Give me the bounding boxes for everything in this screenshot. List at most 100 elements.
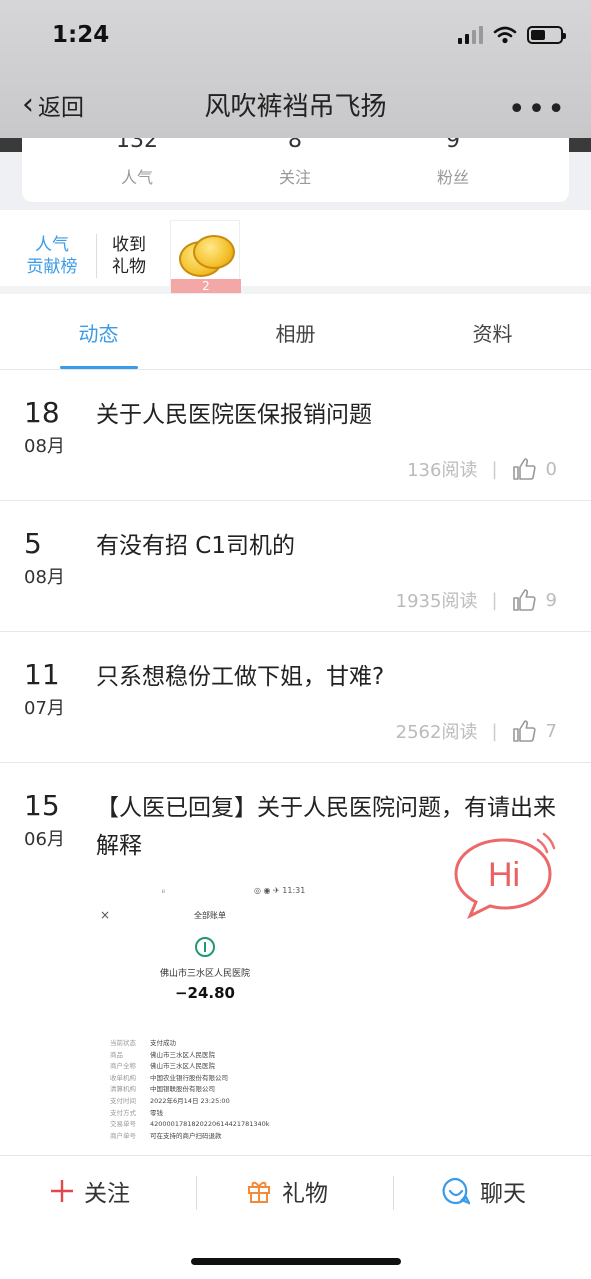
profile-stats-card: 132 人气 8 关注 9 粉丝 [22, 138, 569, 202]
stat-value: 8 [288, 138, 302, 152]
receipt-header: 全部账单 [194, 911, 226, 920]
stat-popularity[interactable]: 132 人气 [77, 138, 197, 188]
receipt-row: 商品 佛山市三水区人民医院 [110, 1050, 320, 1062]
gift-icon [248, 1181, 270, 1203]
post-month: 07月 [24, 698, 65, 719]
merchant-logo-icon [195, 937, 215, 957]
divider [96, 234, 97, 278]
receipt-value: 4200001781820220614421781340k [150, 1120, 270, 1129]
post-title: 只系想稳份工做下姐，甘难? [96, 664, 385, 690]
receipt-key: 商户单号 [110, 1131, 136, 1140]
chat-icon [442, 1177, 470, 1205]
profile-tabs: 动态 相册 资料 [0, 302, 591, 370]
hi-bubble-label: Hi [488, 856, 520, 894]
receipt-key: 当前状态 [110, 1039, 136, 1047]
post-item[interactable]: 11 07月 只系想稳份工做下姐，甘难? 2562阅读 | 7 [0, 632, 591, 763]
active-tab-indicator [60, 366, 138, 369]
receipt-row: 交易单号 4200001781820220614421781340k [110, 1119, 320, 1131]
stat-label: 粉丝 [436, 168, 469, 187]
gift-button[interactable]: 礼物 [246, 1174, 328, 1208]
gift-count-badge: 2 [171, 279, 241, 293]
receipt-amount: −24.80 [174, 984, 235, 1002]
received-gifts-label: 收到 礼物 [112, 234, 152, 278]
signal-icon [458, 26, 483, 44]
stat-following[interactable]: 8 关注 [235, 138, 355, 188]
post-day: 11 [24, 658, 60, 691]
receipt-key: 收单机构 [110, 1073, 136, 1082]
receipt-row: 支付方式 零钱 [110, 1108, 320, 1120]
receipt-row: 清算机构 中国银联股份有限公司 [110, 1084, 320, 1096]
receipt-value: 中国银联股份有限公司 [150, 1085, 215, 1094]
contribution-rank-link[interactable]: 人气 贡献榜 [22, 234, 82, 278]
hi-bubble-icon: Hi [454, 832, 556, 920]
receipt-status-left: ᵢₗ [162, 886, 165, 895]
receipt-key: 支付时间 [110, 1096, 136, 1105]
chat-button[interactable]: 聊天 [442, 1174, 526, 1208]
post-title: 有没有招 C1司机的 [96, 533, 296, 559]
read-count: 1935阅读 [395, 591, 478, 612]
read-count: 2562阅读 [395, 722, 478, 743]
gift-item[interactable]: 2 [170, 220, 241, 294]
post-day: 5 [24, 527, 42, 560]
wifi-icon [493, 26, 517, 44]
stat-value: 132 [116, 138, 158, 152]
stat-fans[interactable]: 9 粉丝 [393, 138, 513, 188]
post-item[interactable]: 5 08月 有没有招 C1司机的 1935阅读 | 9 [0, 501, 591, 632]
receipt-row: 商户单号 可在支持的商户扫码退款 [110, 1131, 320, 1143]
gift-label: 礼物 [282, 1181, 328, 1207]
like-count: 7 [545, 720, 557, 742]
post-title: 关于人民医院医保报销问题 [96, 402, 372, 428]
post-month: 06月 [24, 829, 65, 850]
follow-button[interactable]: 关注 [50, 1174, 130, 1208]
post-day: 15 [24, 789, 60, 822]
receipt-value: 中国农业银行股份有限公司 [150, 1073, 228, 1082]
like-icon[interactable] [512, 719, 536, 743]
receipt-value: 可在支持的商户扫码退款 [150, 1131, 222, 1140]
like-count: 0 [545, 458, 557, 480]
receipt-value: 佛山市三水区人民医院 [150, 1062, 215, 1071]
receipt-key: 交易单号 [110, 1120, 136, 1129]
hi-chat-bubble[interactable]: Hi [452, 830, 556, 920]
stat-label: 人气 [120, 168, 153, 187]
more-icon[interactable]: ••• [508, 92, 567, 127]
stat-value: 9 [446, 138, 460, 152]
receipt-status-right: ◎ ◉ ✈ 11:31 [254, 886, 306, 895]
tab-profile[interactable]: 资料 [394, 302, 591, 370]
like-count: 9 [545, 589, 557, 611]
post-meta: 1935阅读 | 9 [396, 587, 557, 613]
post-month: 08月 [24, 436, 65, 457]
received-label-line2: 礼物 [112, 257, 146, 277]
receipt-row: 当前状态 支付成功 [110, 1038, 320, 1050]
receipt-value: 佛山市三水区人民医院 [150, 1050, 215, 1059]
receipt-row: 收单机构 中国农业银行股份有限公司 [110, 1073, 320, 1085]
tab-album[interactable]: 相册 [197, 302, 394, 370]
received-label-line1: 收到 [112, 235, 146, 255]
read-count: 136阅读 [407, 460, 478, 481]
receipt-value: 支付成功 [150, 1039, 176, 1047]
receipt-key: 支付方式 [110, 1108, 136, 1117]
receipt-details: 当前状态 支付成功 商品 佛山市三水区人民医院 商户全称 佛山市三水区人民医院 收单机… [110, 1038, 320, 1142]
post-item[interactable]: 18 08月 关于人民医院医保报销问题 136阅读 | 0 [0, 370, 591, 501]
status-icons [458, 26, 566, 44]
battery-icon [527, 26, 566, 44]
post-day: 18 [24, 396, 60, 429]
receipt-value: 零钱 [150, 1108, 163, 1117]
post-image-receipt[interactable]: ᵢₗ ◎ ◉ ✈ 11:31 × 全部账单 佛山市三水区人民医院 −24.80 … [94, 880, 326, 1155]
receipt-key: 商品 [110, 1050, 123, 1059]
post-meta: 136阅读 | 0 [407, 456, 557, 482]
home-indicator [191, 1258, 401, 1265]
gift-row: 人气 贡献榜 收到 礼物 2 [0, 212, 591, 294]
receipt-key: 清算机构 [110, 1085, 136, 1094]
chat-label: 聊天 [480, 1181, 526, 1207]
page-title: 风吹裤裆吊飞扬 [204, 92, 387, 122]
like-icon[interactable] [512, 457, 536, 481]
status-time: 1:24 [52, 22, 110, 48]
tab-posts[interactable]: 动态 [0, 302, 197, 370]
stat-label: 关注 [278, 168, 311, 187]
receipt-value: 2022年6月14日 23:25:00 [150, 1096, 230, 1105]
like-icon[interactable] [512, 588, 536, 612]
coin-icon [193, 235, 235, 269]
post-meta: 2562阅读 | 7 [396, 718, 557, 744]
plus-icon [51, 1180, 73, 1202]
divider [196, 1176, 197, 1210]
